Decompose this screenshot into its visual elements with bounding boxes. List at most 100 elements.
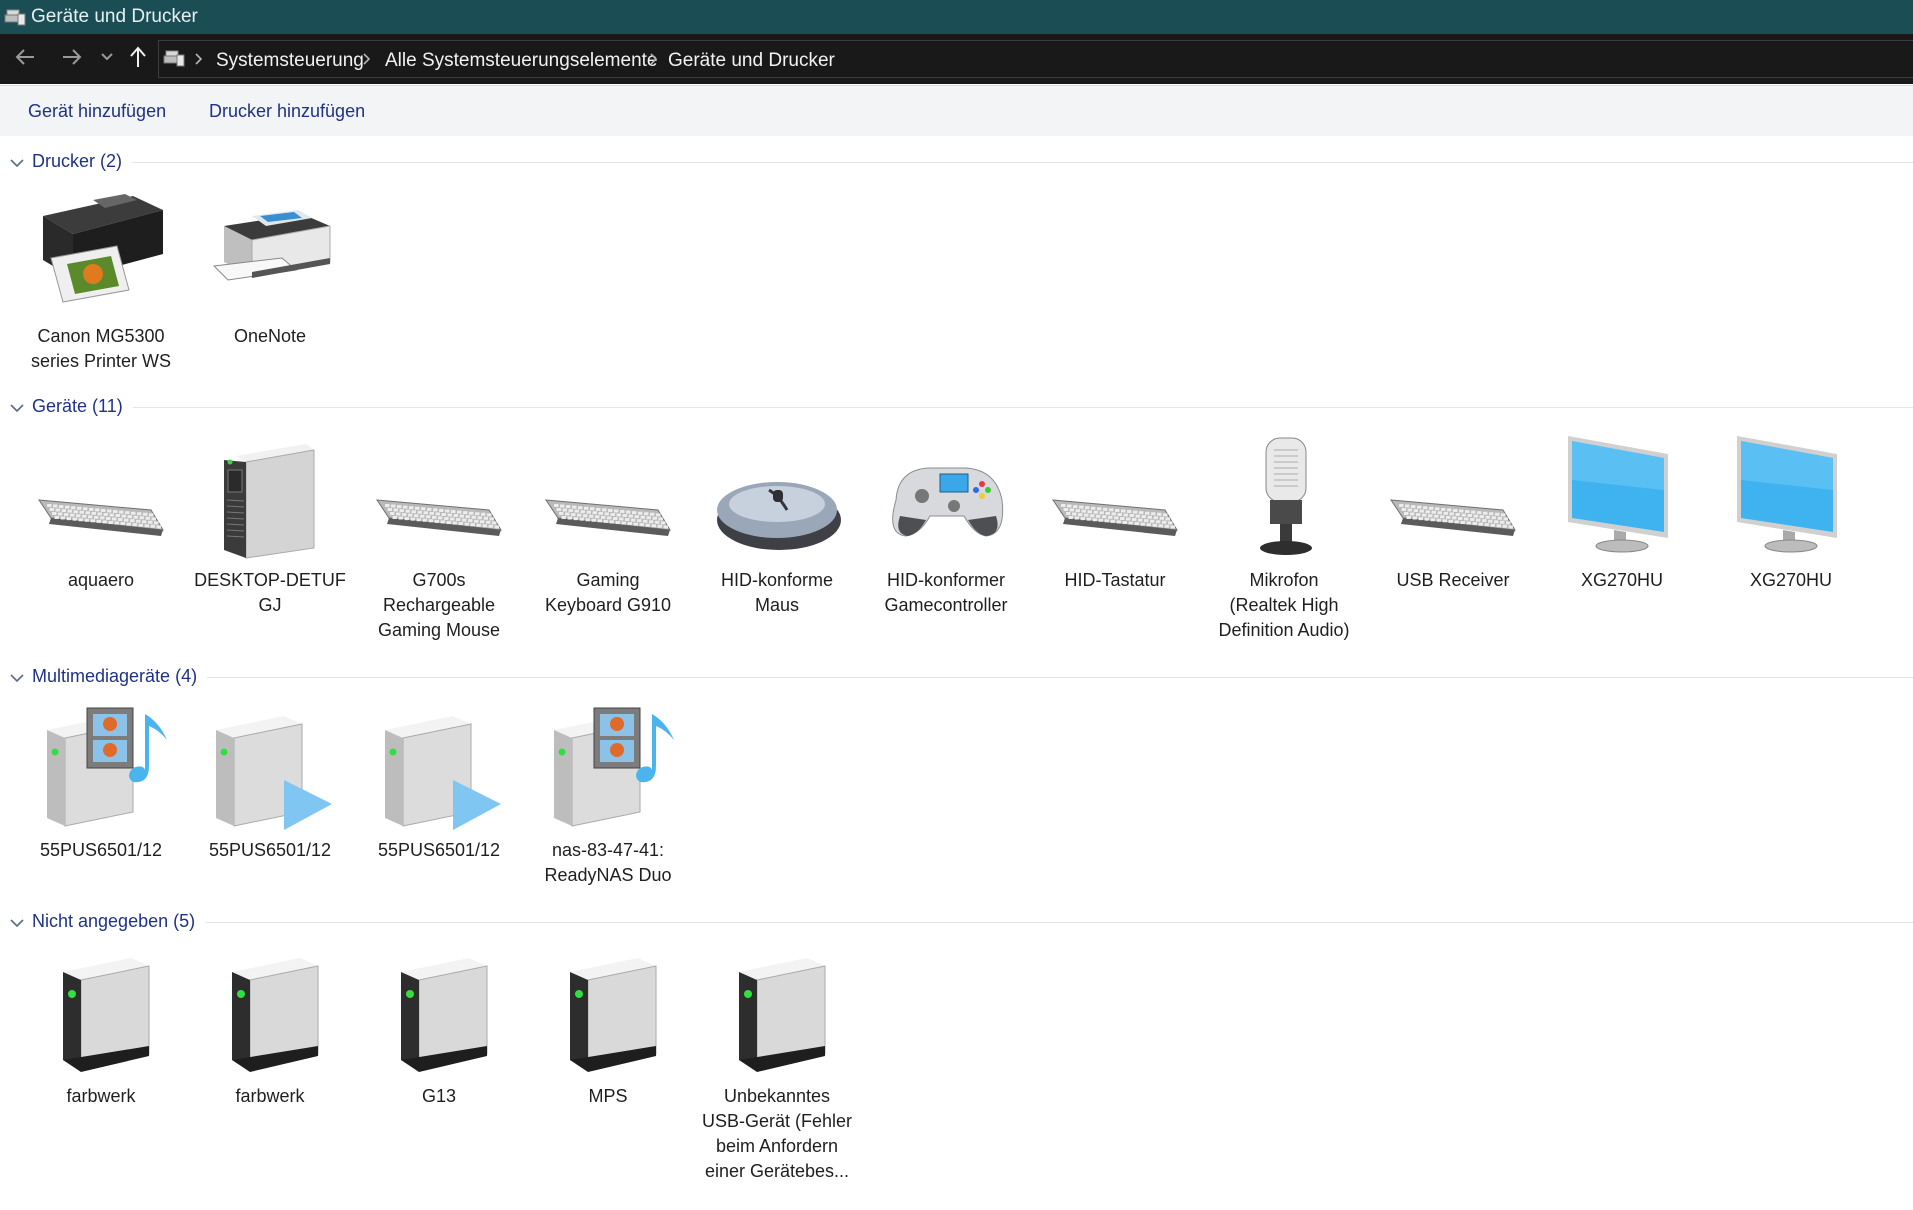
device-item[interactable]: Unbekanntes USB-Gerät (Fehler beim Anforde… xyxy=(694,946,860,1181)
device-item[interactable]: 55PUS6501/12 xyxy=(187,700,353,930)
device-item[interactable]: 55PUS6501/12 xyxy=(356,700,522,930)
keyboard-icon xyxy=(371,430,507,566)
device-label: HID-konformer Gamecontroller xyxy=(884,570,1008,615)
device-label: Gaming Keyboard G910 xyxy=(544,570,672,615)
device-label: nas-83-47-41: ReadyNAS Duo xyxy=(544,840,672,885)
forward-arrow-icon[interactable] xyxy=(61,46,83,73)
device-item[interactable]: Mikrofon (Realtek High Definition Audio) xyxy=(1201,430,1367,660)
device-label: G700s Rechargeable Gaming Mouse xyxy=(377,570,501,640)
media-server-icon xyxy=(33,700,169,836)
media-renderer-icon xyxy=(371,700,507,836)
group-header[interactable]: Nicht angegeben (5) xyxy=(0,910,1913,934)
title-bar: Geräte und Drucker xyxy=(0,0,1913,34)
device-item[interactable]: farbwerk xyxy=(187,946,353,1176)
device-item[interactable]: USB Receiver xyxy=(1370,430,1536,660)
group-title[interactable]: Geräte (11) xyxy=(32,396,123,417)
chevron-down-icon[interactable] xyxy=(10,915,24,933)
generic-device-icon xyxy=(371,946,507,1082)
generic-device-icon xyxy=(33,946,169,1082)
media-renderer-icon xyxy=(202,700,338,836)
device-label: DESKTOP-DETUF GJ xyxy=(194,570,346,615)
device-label: Canon MG5300 series Printer WS xyxy=(30,326,172,371)
keyboard-icon xyxy=(1047,430,1183,566)
printer-icon xyxy=(202,186,338,322)
device-item[interactable]: HID-konforme Maus xyxy=(694,430,860,660)
device-item[interactable]: OneNote xyxy=(187,186,353,416)
device-label: farbwerk xyxy=(235,1086,305,1106)
device-label: aquaero xyxy=(67,570,135,590)
media-server-icon xyxy=(540,700,676,836)
mouse-icon xyxy=(709,430,845,566)
device-item[interactable]: farbwerk xyxy=(18,946,184,1176)
device-item[interactable]: HID-Tastatur xyxy=(1032,430,1198,660)
device-label: XG270HU xyxy=(1580,570,1664,590)
desktop-tower-icon xyxy=(202,430,338,566)
group-divider xyxy=(133,407,1913,408)
device-item[interactable]: XG270HU xyxy=(1708,430,1874,660)
keyboard-icon xyxy=(1385,430,1521,566)
device-item[interactable]: XG270HU xyxy=(1539,430,1705,660)
devices-printers-icon xyxy=(4,8,26,32)
device-label: farbwerk xyxy=(66,1086,136,1106)
group-divider xyxy=(205,922,1913,923)
recent-locations-chevron-icon[interactable] xyxy=(100,50,114,68)
address-bar[interactable]: Systemsteuerung Alle Systemsteuerungsele… xyxy=(158,40,1913,78)
window-title: Geräte und Drucker xyxy=(31,6,198,27)
device-label: 55PUS6501/12 xyxy=(377,840,501,860)
breadcrumb-geraete-drucker[interactable]: Geräte und Drucker xyxy=(668,50,835,72)
generic-device-icon xyxy=(709,946,845,1082)
group-title[interactable]: Drucker (2) xyxy=(32,151,122,172)
breadcrumb-systemsteuerung[interactable]: Systemsteuerung xyxy=(216,50,364,72)
inkjet-printer-icon xyxy=(33,186,169,322)
keyboard-icon xyxy=(33,430,169,566)
monitor-icon xyxy=(1723,430,1859,566)
group-divider xyxy=(132,162,1913,163)
chevron-down-icon[interactable] xyxy=(10,400,24,418)
device-label: OneNote xyxy=(233,326,307,346)
device-label: XG270HU xyxy=(1749,570,1833,590)
device-item[interactable]: G13 xyxy=(356,946,522,1176)
device-item[interactable]: HID-konformer Gamecontroller xyxy=(863,430,1029,660)
device-label: 55PUS6501/12 xyxy=(39,840,163,860)
chevron-down-icon[interactable] xyxy=(10,155,24,173)
group-divider xyxy=(207,677,1913,678)
device-item[interactable]: 55PUS6501/12 xyxy=(18,700,184,930)
monitor-icon xyxy=(1554,430,1690,566)
device-label: MPS xyxy=(588,1086,628,1106)
device-item[interactable]: G700s Rechargeable Gaming Mouse xyxy=(356,430,522,660)
device-item[interactable]: aquaero xyxy=(18,430,184,660)
chevron-down-icon[interactable] xyxy=(10,670,24,688)
device-item[interactable]: DESKTOP-DETUF GJ xyxy=(187,430,353,660)
keyboard-icon xyxy=(540,430,676,566)
gamepad-icon xyxy=(878,430,1014,566)
device-item[interactable]: Gaming Keyboard G910 xyxy=(525,430,691,660)
microphone-icon xyxy=(1216,430,1352,566)
breadcrumb-separator-icon[interactable] xyxy=(650,52,658,71)
breadcrumb-alle-elemente[interactable]: Alle Systemsteuerungselemente xyxy=(385,50,657,72)
device-label: Mikrofon (Realtek High Definition Audio) xyxy=(1218,570,1350,640)
group-title[interactable]: Nicht angegeben (5) xyxy=(32,911,195,932)
add-device-button[interactable]: Gerät hinzufügen xyxy=(28,101,166,122)
breadcrumb-separator-icon[interactable] xyxy=(195,52,203,71)
device-item[interactable]: MPS xyxy=(525,946,691,1176)
device-item[interactable]: Canon MG5300 series Printer WS xyxy=(18,186,184,416)
control-panel-icon xyxy=(163,49,185,72)
generic-device-icon xyxy=(540,946,676,1082)
device-label: G13 xyxy=(421,1086,457,1106)
device-label: HID-Tastatur xyxy=(1064,570,1166,590)
group-header[interactable]: Geräte (11) xyxy=(0,395,1913,419)
device-label: USB Receiver xyxy=(1396,570,1510,590)
group-header[interactable]: Multimediageräte (4) xyxy=(0,665,1913,689)
device-label: HID-konforme Maus xyxy=(720,570,834,615)
device-label: 55PUS6501/12 xyxy=(208,840,332,860)
add-printer-button[interactable]: Drucker hinzufügen xyxy=(209,101,365,122)
device-item[interactable]: nas-83-47-41: ReadyNAS Duo xyxy=(525,700,691,930)
breadcrumb-separator-icon[interactable] xyxy=(363,52,371,71)
generic-device-icon xyxy=(202,946,338,1082)
device-label: Unbekanntes USB-Gerät (Fehler beim Anforde… xyxy=(701,1086,853,1181)
command-bar: Gerät hinzufügen Drucker hinzufügen xyxy=(0,85,1913,136)
up-arrow-icon[interactable] xyxy=(128,45,148,74)
group-title[interactable]: Multimediageräte (4) xyxy=(32,666,197,687)
group-header[interactable]: Drucker (2) xyxy=(0,150,1913,174)
back-arrow-icon[interactable] xyxy=(14,46,36,73)
